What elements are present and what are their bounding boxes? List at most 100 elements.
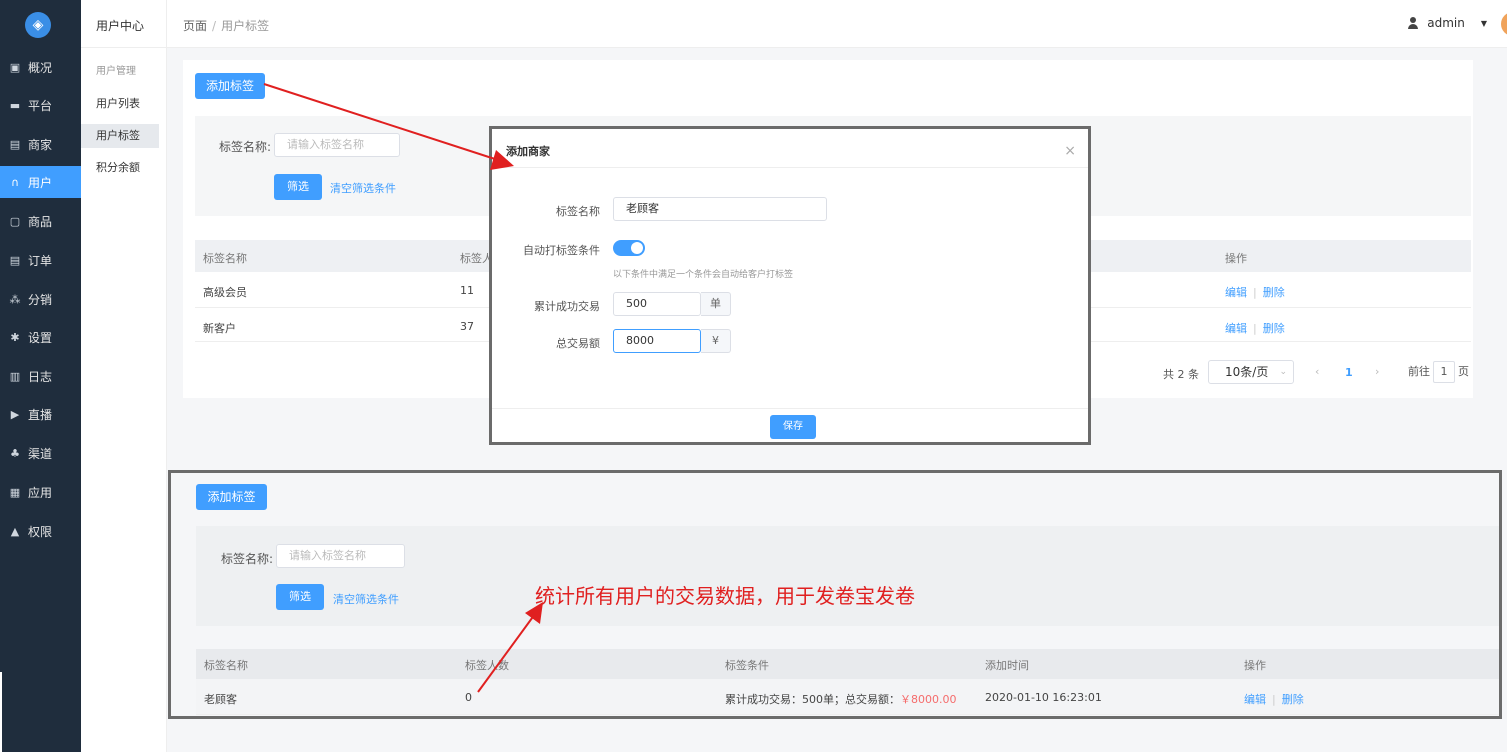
sidebar-item-label: 直播 <box>28 407 53 422</box>
lock-icon: ▲ <box>10 524 20 538</box>
close-icon[interactable]: × <box>1064 143 1076 159</box>
row-tag-name: 高级会员 <box>203 286 247 299</box>
tag-name-label: 标签名称 <box>556 205 600 218</box>
goto-page-input[interactable]: 1 <box>1433 361 1455 383</box>
sidebar-item-log[interactable]: ▥ 日志 <box>0 360 81 392</box>
page-size-select[interactable]: 10条/页 ⌄ <box>1208 360 1294 384</box>
sidebar-item-label: 分销 <box>28 292 53 307</box>
user-icon <box>1407 17 1419 29</box>
row-tag-count: 37 <box>460 320 474 333</box>
chevron-down-icon: ⌄ <box>1279 367 1287 377</box>
row-actions: 编辑 | 删除 <box>1225 322 1285 335</box>
sidebar-item-label: 日志 <box>28 369 53 384</box>
sidebar-item-label: 渠道 <box>28 446 53 461</box>
total-amount-field[interactable]: 8000 <box>613 329 701 353</box>
sub-sidebar: 用户中心 用户管理 用户列表 用户标签 积分余额 <box>81 0 167 752</box>
sidebar-item-goods[interactable]: ▢ 商品 <box>0 205 81 237</box>
username: admin <box>1427 16 1465 30</box>
sidebar-item-permission[interactable]: ▲ 权限 <box>0 515 81 547</box>
tag-name-field[interactable]: 老顾客 <box>613 197 827 221</box>
column-header-name: 标签名称 <box>204 659 248 672</box>
auto-tag-toggle[interactable] <box>613 240 645 256</box>
goto-prefix: 前往 <box>1408 365 1430 378</box>
condition-text: 累计成功交易：500单；总交易额： <box>725 693 900 706</box>
breadcrumb-root[interactable]: 页面 <box>183 19 207 33</box>
breadcrumb-current: 用户标签 <box>221 19 270 33</box>
column-header-condition: 标签条件 <box>725 659 769 672</box>
caret-down-icon: ▼ <box>1480 18 1487 28</box>
sidebar-item-label: 设置 <box>28 330 53 345</box>
row-tag-count: 0 <box>465 691 472 704</box>
sidebar-item-settings[interactable]: ✱ 设置 <box>0 321 81 353</box>
cube-logo-icon[interactable]: ◈ <box>25 12 51 38</box>
clear-filter-link[interactable]: 清空筛选条件 <box>330 180 396 196</box>
breadcrumb-separator: / <box>212 19 217 33</box>
subnav-item-points[interactable]: 积分余额 <box>81 156 159 180</box>
next-page-icon[interactable]: › <box>1375 365 1379 378</box>
sidebar-item-order[interactable]: ▤ 订单 <box>0 244 81 276</box>
sidebar-item-overview[interactable]: ▣ 概况 <box>0 51 81 83</box>
add-tag-button[interactable]: 添加标签 <box>195 73 265 99</box>
tag-name-search-input[interactable]: 请输入标签名称 <box>274 133 400 157</box>
main-sidebar: ◈ ▣ 概况 ▬ 平台 ▤ 商家 ∩ 用户 ▢ 商品 ▤ 订单 ⁂ 分销 ✱ 设置 ▥ 日志 ▶ 直… <box>0 0 81 752</box>
sidebar-item-distribution[interactable]: ⁂ 分销 <box>0 283 81 315</box>
delete-link[interactable]: 删除 <box>1282 693 1304 706</box>
dialog-footer-divider <box>492 408 1088 409</box>
subnav-title: 用户中心 <box>81 0 167 48</box>
trade-count-label: 累计成功交易 <box>534 300 600 313</box>
row-actions: 编辑 | 删除 <box>1244 693 1304 706</box>
row-tag-name: 老顾客 <box>204 693 237 706</box>
tag-name-search-input[interactable]: 请输入标签名称 <box>276 544 405 568</box>
live-icon: ▶ <box>10 407 20 421</box>
book-icon: ▥ <box>9 369 21 383</box>
avatar[interactable] <box>1501 12 1507 36</box>
save-button[interactable]: 保存 <box>770 415 816 439</box>
delete-link[interactable]: 删除 <box>1263 286 1285 299</box>
column-header-actions: 操作 <box>1244 659 1266 672</box>
edit-link[interactable]: 编辑 <box>1225 322 1247 335</box>
filter-panel: 标签名称: 请输入标签名称 筛选 清空筛选条件 <box>196 526 1499 626</box>
sidebar-item-label: 平台 <box>28 98 53 113</box>
add-tag-button[interactable]: 添加标签 <box>196 484 267 510</box>
dialog-title: 添加商家 <box>506 145 550 158</box>
sidebar-item-live[interactable]: ▶ 直播 <box>0 398 81 430</box>
sidebar-item-user[interactable]: ∩ 用户 <box>0 166 81 198</box>
currency-addon: ¥ <box>701 329 731 353</box>
pager-total: 共 2 条 <box>1163 368 1199 381</box>
subnav-item-user-tags[interactable]: 用户标签 <box>81 124 159 148</box>
prev-page-icon[interactable]: ‹ <box>1315 365 1319 378</box>
auto-tag-hint: 以下条件中满足一个条件会自动给客户打标签 <box>613 270 794 280</box>
subnav-group-label: 用户管理 <box>96 66 136 77</box>
delete-link[interactable]: 删除 <box>1263 322 1285 335</box>
condition-amount: ￥8000.00 <box>900 693 957 706</box>
top-bar: 页面 / 用户标签 admin ▼ <box>167 0 1507 48</box>
goods-icon: ▢ <box>9 214 21 228</box>
subnav-item-user-list[interactable]: 用户列表 <box>81 92 159 116</box>
edit-link[interactable]: 编辑 <box>1244 693 1266 706</box>
desktop-icon: ▬ <box>9 98 21 112</box>
sidebar-item-channel[interactable]: ♣ 渠道 <box>0 437 81 469</box>
sidebar-item-apps[interactable]: ▦ 应用 <box>0 476 81 508</box>
sidebar-item-merchant[interactable]: ▤ 商家 <box>0 128 81 160</box>
table-row: 老顾客 0 累计成功交易：500单；总交易额：￥8000.00 2020-01-… <box>196 679 1499 715</box>
grid-icon: ▦ <box>9 485 21 499</box>
headset-icon: ∩ <box>10 175 20 189</box>
row-tag-condition: 累计成功交易：500单；总交易额：￥8000.00 <box>725 691 957 707</box>
sidebar-item-label: 商品 <box>28 214 53 229</box>
filter-button[interactable]: 筛选 <box>276 584 324 610</box>
sidebar-item-platform[interactable]: ▬ 平台 <box>0 89 81 121</box>
sidebar-item-label: 应用 <box>28 485 53 500</box>
row-tag-count: 11 <box>460 284 474 297</box>
left-edge-line <box>0 672 2 752</box>
clear-filter-link[interactable]: 清空筛选条件 <box>333 591 399 607</box>
edit-link[interactable]: 编辑 <box>1225 286 1247 299</box>
annotation-text: 统计所有用户的交易数据，用于发卷宝发卷 <box>535 584 915 608</box>
user-menu[interactable]: admin ▼ <box>1407 16 1487 30</box>
filter-button[interactable]: 筛选 <box>274 174 322 200</box>
trade-count-field[interactable]: 500 <box>613 292 701 316</box>
store-icon: ▤ <box>9 137 21 151</box>
row-add-time: 2020-01-10 16:23:01 <box>985 691 1102 704</box>
filter-label: 标签名称: <box>219 140 272 154</box>
current-page[interactable]: 1 <box>1345 366 1353 379</box>
sidebar-item-label: 商家 <box>28 137 53 152</box>
